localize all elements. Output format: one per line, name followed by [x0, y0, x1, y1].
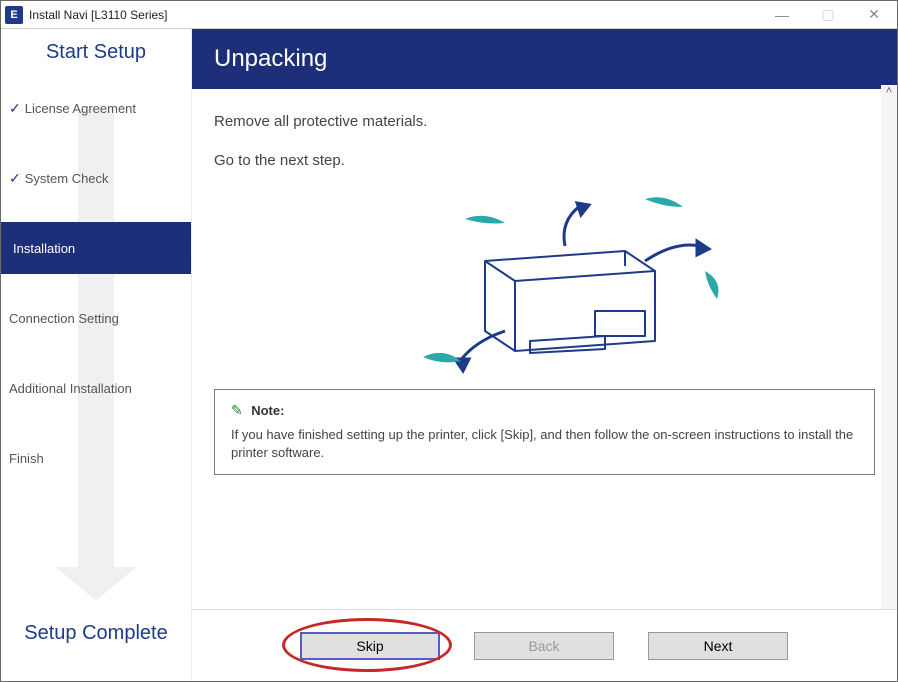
step-label: Connection Setting — [9, 311, 119, 326]
step-connection-setting: Connection Setting — [1, 292, 191, 344]
back-button[interactable]: Back — [474, 632, 614, 660]
installer-window: E Install Navi [L3110 Series] — ▢ ✕ Star… — [0, 0, 898, 682]
step-installation: Installation — [1, 222, 191, 274]
content-area: Remove all protective materials. Go to t… — [192, 89, 897, 681]
step-license-agreement: ✓ License Agreement — [1, 82, 191, 134]
step-system-check: ✓ System Check — [1, 152, 191, 204]
note-box: ✎ Note: If you have finished setting up … — [214, 389, 875, 475]
instruction-line-2: Go to the next step. — [214, 152, 875, 169]
instruction-line-1: Remove all protective materials. — [214, 113, 875, 130]
main-panel: Unpacking Remove all protective material… — [191, 29, 897, 681]
sidebar: Start Setup ✓ License Agreement ✓ System… — [1, 29, 191, 681]
step-label: License Agreement — [25, 101, 136, 116]
next-button[interactable]: Next — [648, 632, 788, 660]
step-label: Finish — [9, 451, 44, 466]
printer-illustration — [345, 191, 745, 371]
skip-button[interactable]: Skip — [300, 632, 440, 660]
step-label: System Check — [25, 171, 109, 186]
page-heading: Unpacking — [192, 29, 897, 89]
close-button[interactable]: ✕ — [851, 1, 897, 29]
step-finish: Finish — [1, 432, 191, 484]
sidebar-header: Start Setup — [46, 41, 146, 64]
maximize-button: ▢ — [805, 1, 851, 29]
window-title: Install Navi [L3110 Series] — [29, 8, 168, 22]
step-label: Installation — [13, 241, 75, 256]
pencil-icon: ✎ — [231, 402, 243, 418]
vertical-scrollbar[interactable]: ˄ — [881, 85, 897, 609]
note-body: If you have finished setting up the prin… — [231, 426, 858, 462]
step-list: ✓ License Agreement ✓ System Check Insta… — [1, 82, 191, 502]
titlebar: E Install Navi [L3110 Series] — ▢ ✕ — [1, 1, 897, 29]
check-icon: ✓ — [9, 170, 21, 187]
note-label: Note: — [251, 403, 284, 418]
step-label: Additional Installation — [9, 381, 132, 396]
app-icon: E — [5, 6, 23, 24]
scroll-up-icon[interactable]: ˄ — [881, 85, 897, 101]
button-bar: Skip Back Next — [191, 609, 897, 681]
progress-arrow-head — [56, 567, 136, 601]
check-icon: ✓ — [9, 100, 21, 117]
step-additional-installation: Additional Installation — [1, 362, 191, 414]
sidebar-footer: Setup Complete — [24, 622, 167, 645]
window-controls: — ▢ ✕ — [759, 1, 897, 29]
minimize-button[interactable]: — — [759, 1, 805, 29]
